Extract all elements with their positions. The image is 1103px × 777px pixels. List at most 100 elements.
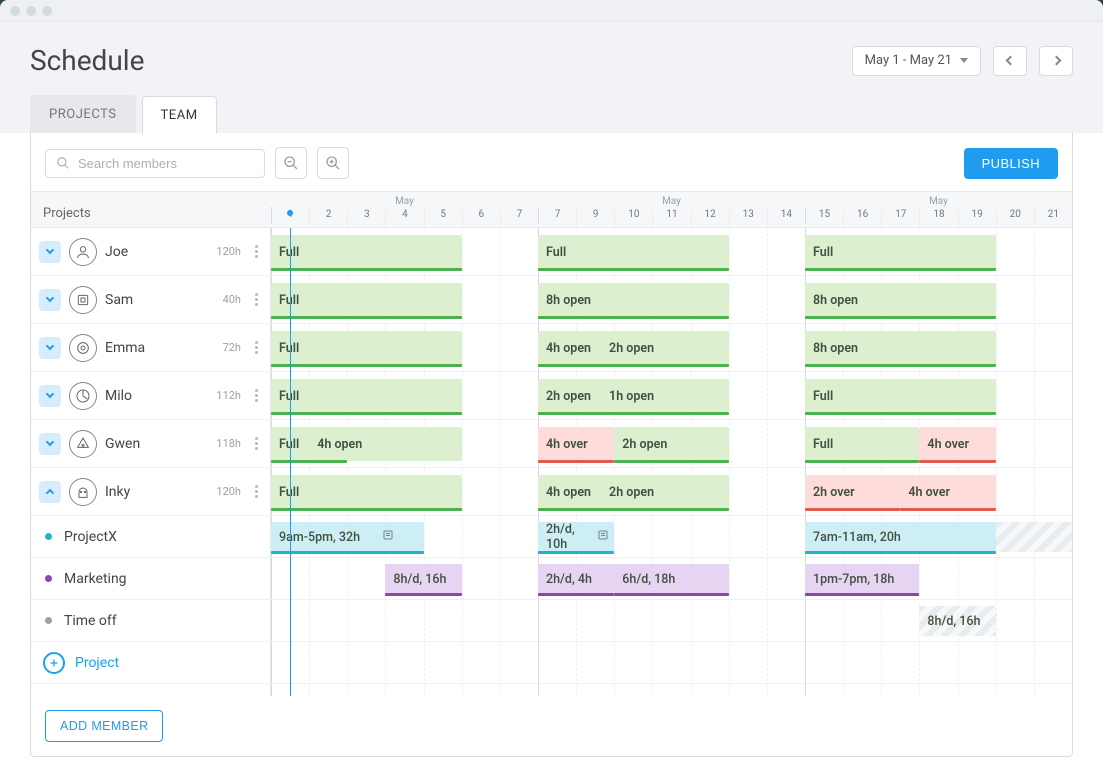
add-member-button[interactable]: ADD MEMBER: [45, 710, 163, 742]
minimize-icon[interactable]: [26, 6, 36, 16]
capacity-bar[interactable]: 2h open: [614, 427, 728, 461]
more-menu-icon[interactable]: [251, 481, 262, 502]
expand-toggle[interactable]: [39, 337, 61, 359]
assignment-bar[interactable]: 1pm-7pm, 18h: [805, 564, 919, 594]
assignment-bar[interactable]: 7am-11am, 20h: [805, 522, 1072, 552]
expand-toggle[interactable]: [39, 481, 61, 503]
capacity-bar[interactable]: Full: [805, 235, 996, 269]
expand-toggle[interactable]: [39, 289, 61, 311]
month-label: May: [538, 192, 805, 207]
caret-down-icon: [960, 58, 968, 63]
tabstrip: PROJECTS TEAM: [0, 95, 1103, 133]
capacity-bar[interactable]: Full: [271, 283, 462, 317]
assignment-bar[interactable]: 2h/d, 10h: [538, 522, 614, 552]
member-row: Gwen118h: [31, 420, 270, 468]
members-column: Joe120hSam40hEmma72hMilo112hGwen118hInky…: [31, 228, 271, 696]
capacity-bar[interactable]: 2h over: [805, 475, 900, 509]
page-title: Schedule: [30, 44, 144, 77]
capacity-bar[interactable]: Full: [538, 235, 729, 269]
capacity-bar[interactable]: 8h open: [805, 331, 996, 365]
chevron-left-icon: [1005, 56, 1015, 66]
project-name: ProjectX: [64, 529, 262, 545]
chevron-down-icon: [46, 246, 54, 254]
assignment-bar[interactable]: 8h/d, 16h: [919, 606, 995, 636]
expand-toggle[interactable]: [39, 241, 61, 263]
zoom-out-button[interactable]: [275, 147, 307, 179]
assignment-bar[interactable]: 9am-5pm, 32h: [271, 522, 424, 552]
date-range-picker[interactable]: May 1 - May 21: [852, 46, 981, 76]
assignment-bar[interactable]: 2h/d, 4h: [538, 564, 614, 594]
chevron-down-icon: [46, 438, 54, 446]
member-row: Joe120h: [31, 228, 270, 276]
expand-toggle[interactable]: [39, 385, 61, 407]
capacity-bar[interactable]: 4h over: [919, 427, 995, 461]
maximize-icon[interactable]: [42, 6, 52, 16]
capacity-bar[interactable]: 4h open2h open: [538, 331, 729, 365]
zoom-in-icon: [325, 155, 341, 171]
day-label: 20: [996, 207, 1034, 224]
day-label: 6: [462, 207, 500, 224]
avatar-icon: [69, 334, 97, 362]
date-range-label: May 1 - May 21: [865, 53, 952, 68]
more-menu-icon[interactable]: [251, 433, 262, 454]
more-menu-icon[interactable]: [251, 289, 262, 310]
capacity-bar[interactable]: 8h open: [805, 283, 996, 317]
timeline-row: Full Full Full: [271, 228, 1072, 276]
add-project-button[interactable]: Project: [31, 642, 270, 684]
capacity-bar[interactable]: 4h open2h open: [538, 475, 729, 509]
next-range-button[interactable]: [1039, 46, 1073, 76]
member-hours: 40h: [223, 293, 241, 306]
more-menu-icon[interactable]: [251, 241, 262, 262]
chevron-up-icon: [46, 489, 54, 497]
month-label: May: [271, 192, 538, 207]
today-marker-icon: [287, 210, 293, 216]
member-row: Emma72h: [31, 324, 270, 372]
tab-team[interactable]: TEAM: [142, 96, 217, 134]
plus-icon: [43, 652, 65, 674]
close-icon[interactable]: [10, 6, 20, 16]
member-hours: 120h: [216, 245, 241, 258]
assignment-bar[interactable]: 8h/d, 16h: [385, 564, 461, 594]
capacity-bar[interactable]: Full: [271, 235, 462, 269]
project-color-icon: [45, 617, 52, 624]
capacity-bar[interactable]: 4h over: [538, 427, 614, 461]
publish-button[interactable]: PUBLISH: [964, 148, 1058, 179]
zoom-in-button[interactable]: [317, 147, 349, 179]
member-hours: 120h: [216, 485, 241, 498]
day-label: 15: [805, 207, 843, 224]
timeline-header: MayMayMay1234567791011121314151617181920…: [271, 191, 1072, 228]
day-label: 16: [843, 207, 881, 224]
capacity-bar[interactable]: Full: [271, 475, 462, 509]
timeline-row: 9am-5pm, 32h 2h/d, 10h 7am-11am, 20h: [271, 516, 1072, 558]
tab-projects[interactable]: PROJECTS: [30, 95, 136, 133]
capacity-bar[interactable]: Full4h open: [271, 427, 462, 461]
capacity-bar[interactable]: 8h open: [538, 283, 729, 317]
member-name: Inky: [105, 484, 208, 500]
capacity-bar[interactable]: Full: [805, 379, 996, 413]
search-input[interactable]: [78, 156, 254, 171]
capacity-bar[interactable]: Full: [271, 331, 462, 365]
capacity-bar[interactable]: 2h open1h open: [538, 379, 729, 413]
timeline-row: Full 8h open 8h open: [271, 276, 1072, 324]
timeline-row: Full 4h open2h open 2h over4h over: [271, 468, 1072, 516]
capacity-bar[interactable]: Full: [271, 379, 462, 413]
more-menu-icon[interactable]: [251, 385, 262, 406]
timeline-row: 8h/d, 16h 2h/d, 4h6h/d, 18h 1pm-7pm, 18h: [271, 558, 1072, 600]
chevron-right-icon: [1051, 56, 1061, 66]
capacity-bar[interactable]: Full: [805, 427, 919, 461]
member-name: Emma: [105, 340, 215, 356]
add-project-label: Project: [75, 655, 119, 671]
capacity-bar[interactable]: 4h over: [900, 475, 995, 509]
timeline-body: FullFullFullFull8h open8h openFull4h ope…: [271, 228, 1072, 696]
expand-toggle[interactable]: [39, 433, 61, 455]
project-row: ProjectX: [31, 516, 270, 558]
today-line: [290, 228, 291, 696]
app-window: Schedule May 1 - May 21 PROJECTS TEAM: [0, 0, 1103, 777]
day-label: 14: [767, 207, 805, 224]
search-box[interactable]: [45, 149, 265, 178]
day-label: 3: [347, 207, 385, 224]
day-label: 4: [385, 207, 423, 224]
assignment-bar[interactable]: 6h/d, 18h: [614, 564, 728, 594]
prev-range-button[interactable]: [993, 46, 1027, 76]
more-menu-icon[interactable]: [251, 337, 262, 358]
